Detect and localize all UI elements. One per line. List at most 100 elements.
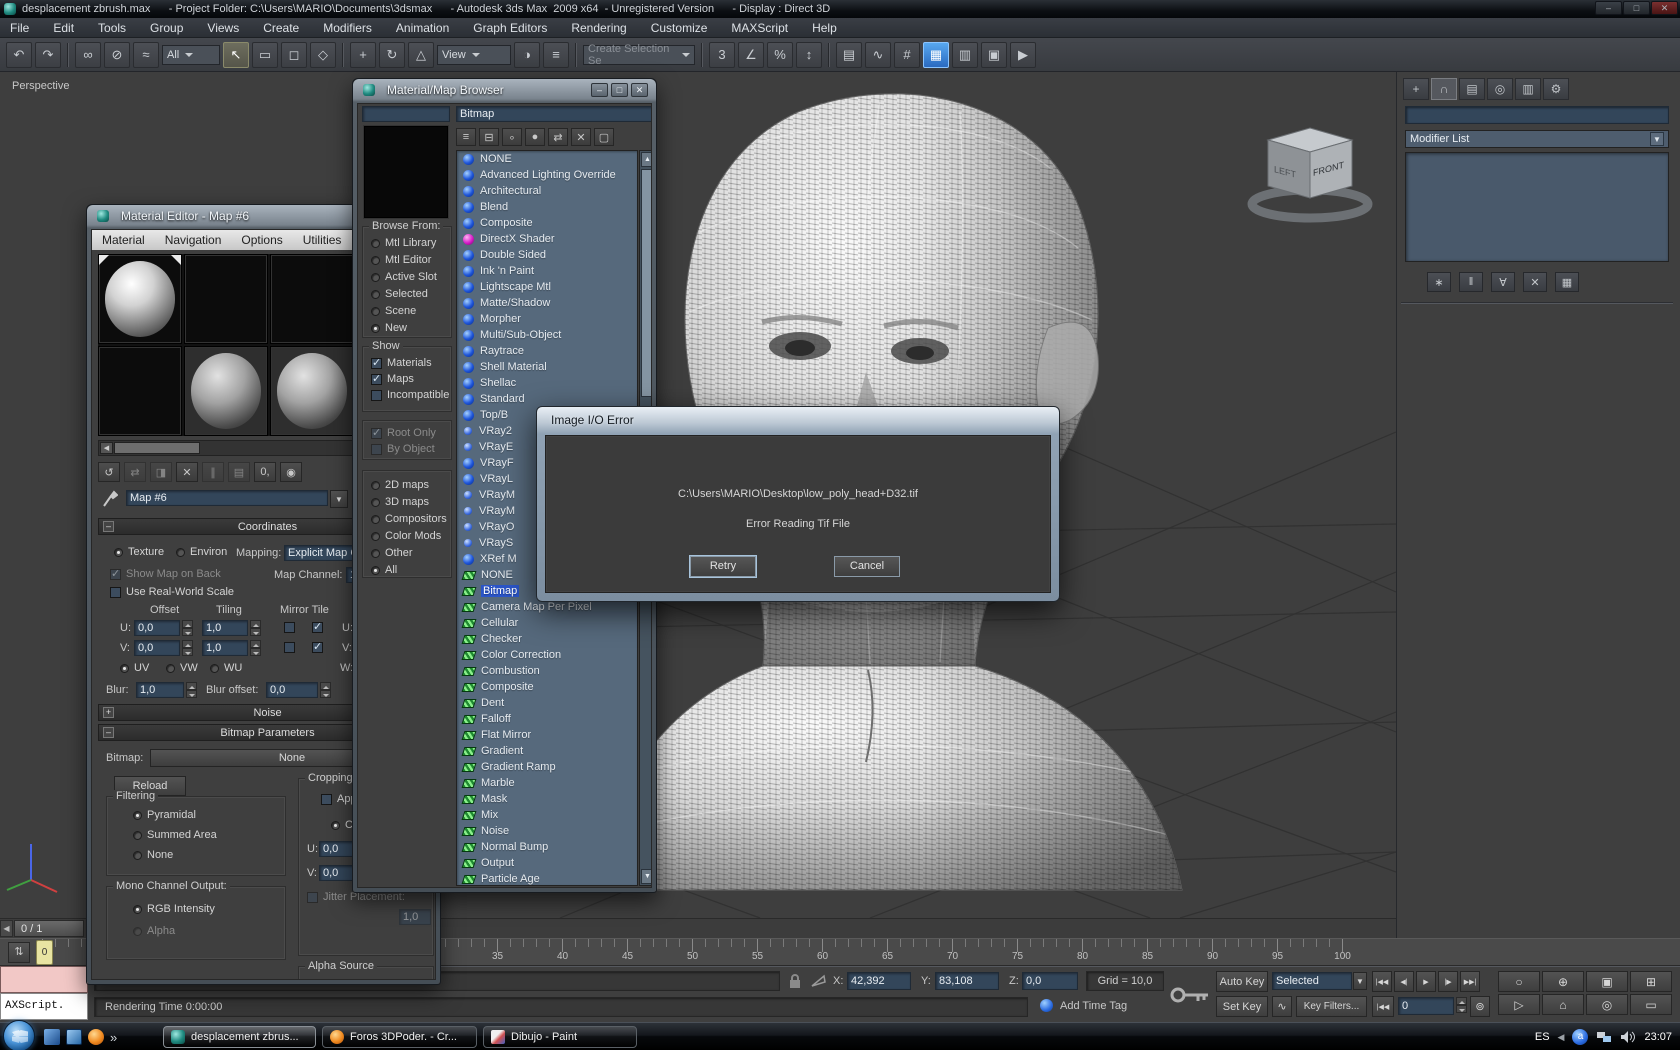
vw-radio[interactable]: VW <box>166 662 198 674</box>
get-material-icon[interactable]: ↺ <box>98 462 120 482</box>
play-icon[interactable]: ▶ <box>1416 971 1436 992</box>
firefox-icon[interactable] <box>88 1029 104 1045</box>
time-slider-left-arrow[interactable]: ◀ <box>0 920 13 937</box>
show-map-on-back-checkbox[interactable]: Show Map on Back <box>110 567 221 580</box>
minimize-button[interactable]: – <box>1595 1 1622 15</box>
select-and-rotate-icon[interactable]: ↻ <box>379 41 405 68</box>
menu-item[interactable]: Options <box>241 233 282 247</box>
open-mini-curve-editor-icon[interactable]: ⇅ <box>8 942 30 963</box>
align-icon[interactable]: ≡ <box>543 41 569 68</box>
type-name-field[interactable]: Bitmap <box>456 106 651 122</box>
render-setup-icon[interactable]: ▥ <box>952 41 978 68</box>
select-object-icon[interactable]: ↖ <box>223 41 249 68</box>
u-tile-checkbox[interactable] <box>312 620 323 633</box>
list-item[interactable]: Marble <box>457 775 637 791</box>
curve-editor-icon[interactable]: ∿ <box>865 41 891 68</box>
undo-icon[interactable]: ↶ <box>6 41 32 68</box>
list-item[interactable]: Color Correction <box>457 647 637 663</box>
close-button[interactable]: ✕ <box>631 83 648 97</box>
maximize-viewport-toggle-icon[interactable]: ▭ <box>1630 994 1672 1015</box>
uv-radio[interactable]: UV <box>120 662 149 674</box>
pick-material-eyedropper-icon[interactable] <box>102 490 118 508</box>
list-item[interactable]: Dent <box>457 695 637 711</box>
select-by-name-icon[interactable]: ▭ <box>252 41 278 68</box>
show-end-result-icon[interactable]: ‖ <box>1459 272 1483 292</box>
list-item[interactable]: Mix <box>457 807 637 823</box>
menu-item[interactable]: Create <box>263 21 299 35</box>
list-item[interactable]: Flat Mirror <box>457 727 637 743</box>
material-sample-slot[interactable] <box>270 346 354 436</box>
filter-option[interactable]: Other <box>371 547 447 559</box>
pyramidal-radio[interactable]: Pyramidal <box>133 809 196 821</box>
v-mirror-checkbox[interactable] <box>284 642 295 653</box>
select-and-link-icon[interactable]: ∞ <box>75 41 101 68</box>
v-offset-field[interactable]: 0,0 <box>134 640 180 656</box>
taskbar-button-paint[interactable]: Dibujo - Paint <box>483 1026 637 1048</box>
go-to-end-icon[interactable]: ▶▶| <box>1460 971 1480 992</box>
menu-item[interactable]: Customize <box>651 21 708 35</box>
list-item[interactable]: Falloff <box>457 711 637 727</box>
x-coordinate-field[interactable]: 42,392 <box>847 972 911 990</box>
select-and-scale-icon[interactable]: △ <box>408 41 434 68</box>
minimize-button[interactable]: – <box>591 83 608 97</box>
rendered-frame-window-icon[interactable]: ▣ <box>981 41 1007 68</box>
modifier-stack[interactable] <box>1405 152 1669 262</box>
menu-item[interactable]: MAXScript <box>731 21 788 35</box>
put-to-library-icon[interactable]: ▤ <box>228 462 250 482</box>
redo-icon[interactable]: ↷ <box>35 41 61 68</box>
reset-map-icon[interactable]: ✕ <box>176 462 198 482</box>
material-sample-slot[interactable] <box>184 254 268 344</box>
material-sample-slot[interactable] <box>184 346 268 436</box>
filter-option[interactable]: Compositors <box>371 513 447 525</box>
material-name-field[interactable]: Map #6 <box>126 490 328 506</box>
go-to-start-icon[interactable]: |◀◀ <box>1372 971 1392 992</box>
unlink-selection-icon[interactable]: ⊘ <box>104 41 130 68</box>
material-sample-slot[interactable] <box>270 254 354 344</box>
u-offset-field[interactable]: 0,0 <box>134 620 180 636</box>
list-item[interactable]: Output <box>457 855 637 871</box>
browse-from-option[interactable]: Mtl Library <box>371 237 437 249</box>
view-list-with-icons-icon[interactable]: ⊟ <box>479 128 499 146</box>
blur-field[interactable]: 1,0 <box>136 682 184 698</box>
object-name-field[interactable] <box>1405 106 1669 124</box>
taskbar-button-firefox[interactable]: Foros 3DPoder. - Cr... <box>322 1026 477 1048</box>
volume-icon[interactable] <box>1620 1030 1636 1044</box>
list-item[interactable]: Mask <box>457 791 637 807</box>
menu-item[interactable]: Help <box>812 21 837 35</box>
list-item[interactable]: Composite <box>457 215 637 231</box>
u-tiling-field[interactable]: 1,0 <box>202 620 248 636</box>
menu-item[interactable]: Views <box>207 21 239 35</box>
list-item[interactable]: Matte/Shadow <box>457 295 637 311</box>
modify-tab[interactable]: ∩ <box>1431 78 1457 100</box>
selection-lock-icon[interactable] <box>788 973 802 989</box>
quick-launch-more[interactable]: » <box>110 1030 117 1045</box>
window-switcher-icon[interactable] <box>44 1029 60 1045</box>
cancel-button[interactable]: Cancel <box>834 556 900 577</box>
clock[interactable]: 23:07 <box>1644 1031 1672 1043</box>
expand-icon[interactable]: + <box>103 707 114 718</box>
u-mirror-checkbox[interactable] <box>284 622 295 633</box>
walk-through-icon[interactable]: ⌂ <box>1542 994 1584 1015</box>
retry-button[interactable]: Retry <box>690 556 756 577</box>
list-item[interactable]: Blend <box>457 199 637 215</box>
time-configuration-icon[interactable]: ⊚ <box>1470 996 1490 1017</box>
alpha-radio[interactable]: Alpha <box>133 925 175 937</box>
summed-area-radio[interactable]: Summed Area <box>133 829 217 841</box>
browse-from-option[interactable]: New <box>371 322 437 334</box>
list-item[interactable]: Architectural <box>457 183 637 199</box>
menu-item[interactable]: File <box>10 21 29 35</box>
menu-item[interactable]: Material <box>102 233 145 247</box>
menu-item[interactable]: Utilities <box>303 233 342 247</box>
menu-item[interactable]: Tools <box>98 21 126 35</box>
list-item[interactable]: Shell Material <box>457 359 637 375</box>
spinner-snap-icon[interactable]: ↕ <box>796 41 822 68</box>
auto-key-button[interactable]: Auto Key <box>1216 971 1268 992</box>
layer-manager-icon[interactable]: ▤ <box>836 41 862 68</box>
material-sample-slot[interactable] <box>98 254 182 344</box>
schematic-view-icon[interactable]: # <box>894 41 920 68</box>
list-item[interactable]: Morpher <box>457 311 637 327</box>
put-to-scene-icon[interactable]: ⇄ <box>124 462 146 482</box>
list-item[interactable]: Normal Bump <box>457 839 637 855</box>
configure-modifier-sets-icon[interactable]: ▦ <box>1555 272 1579 292</box>
update-scene-materials-icon[interactable]: ⇄ <box>548 128 568 146</box>
